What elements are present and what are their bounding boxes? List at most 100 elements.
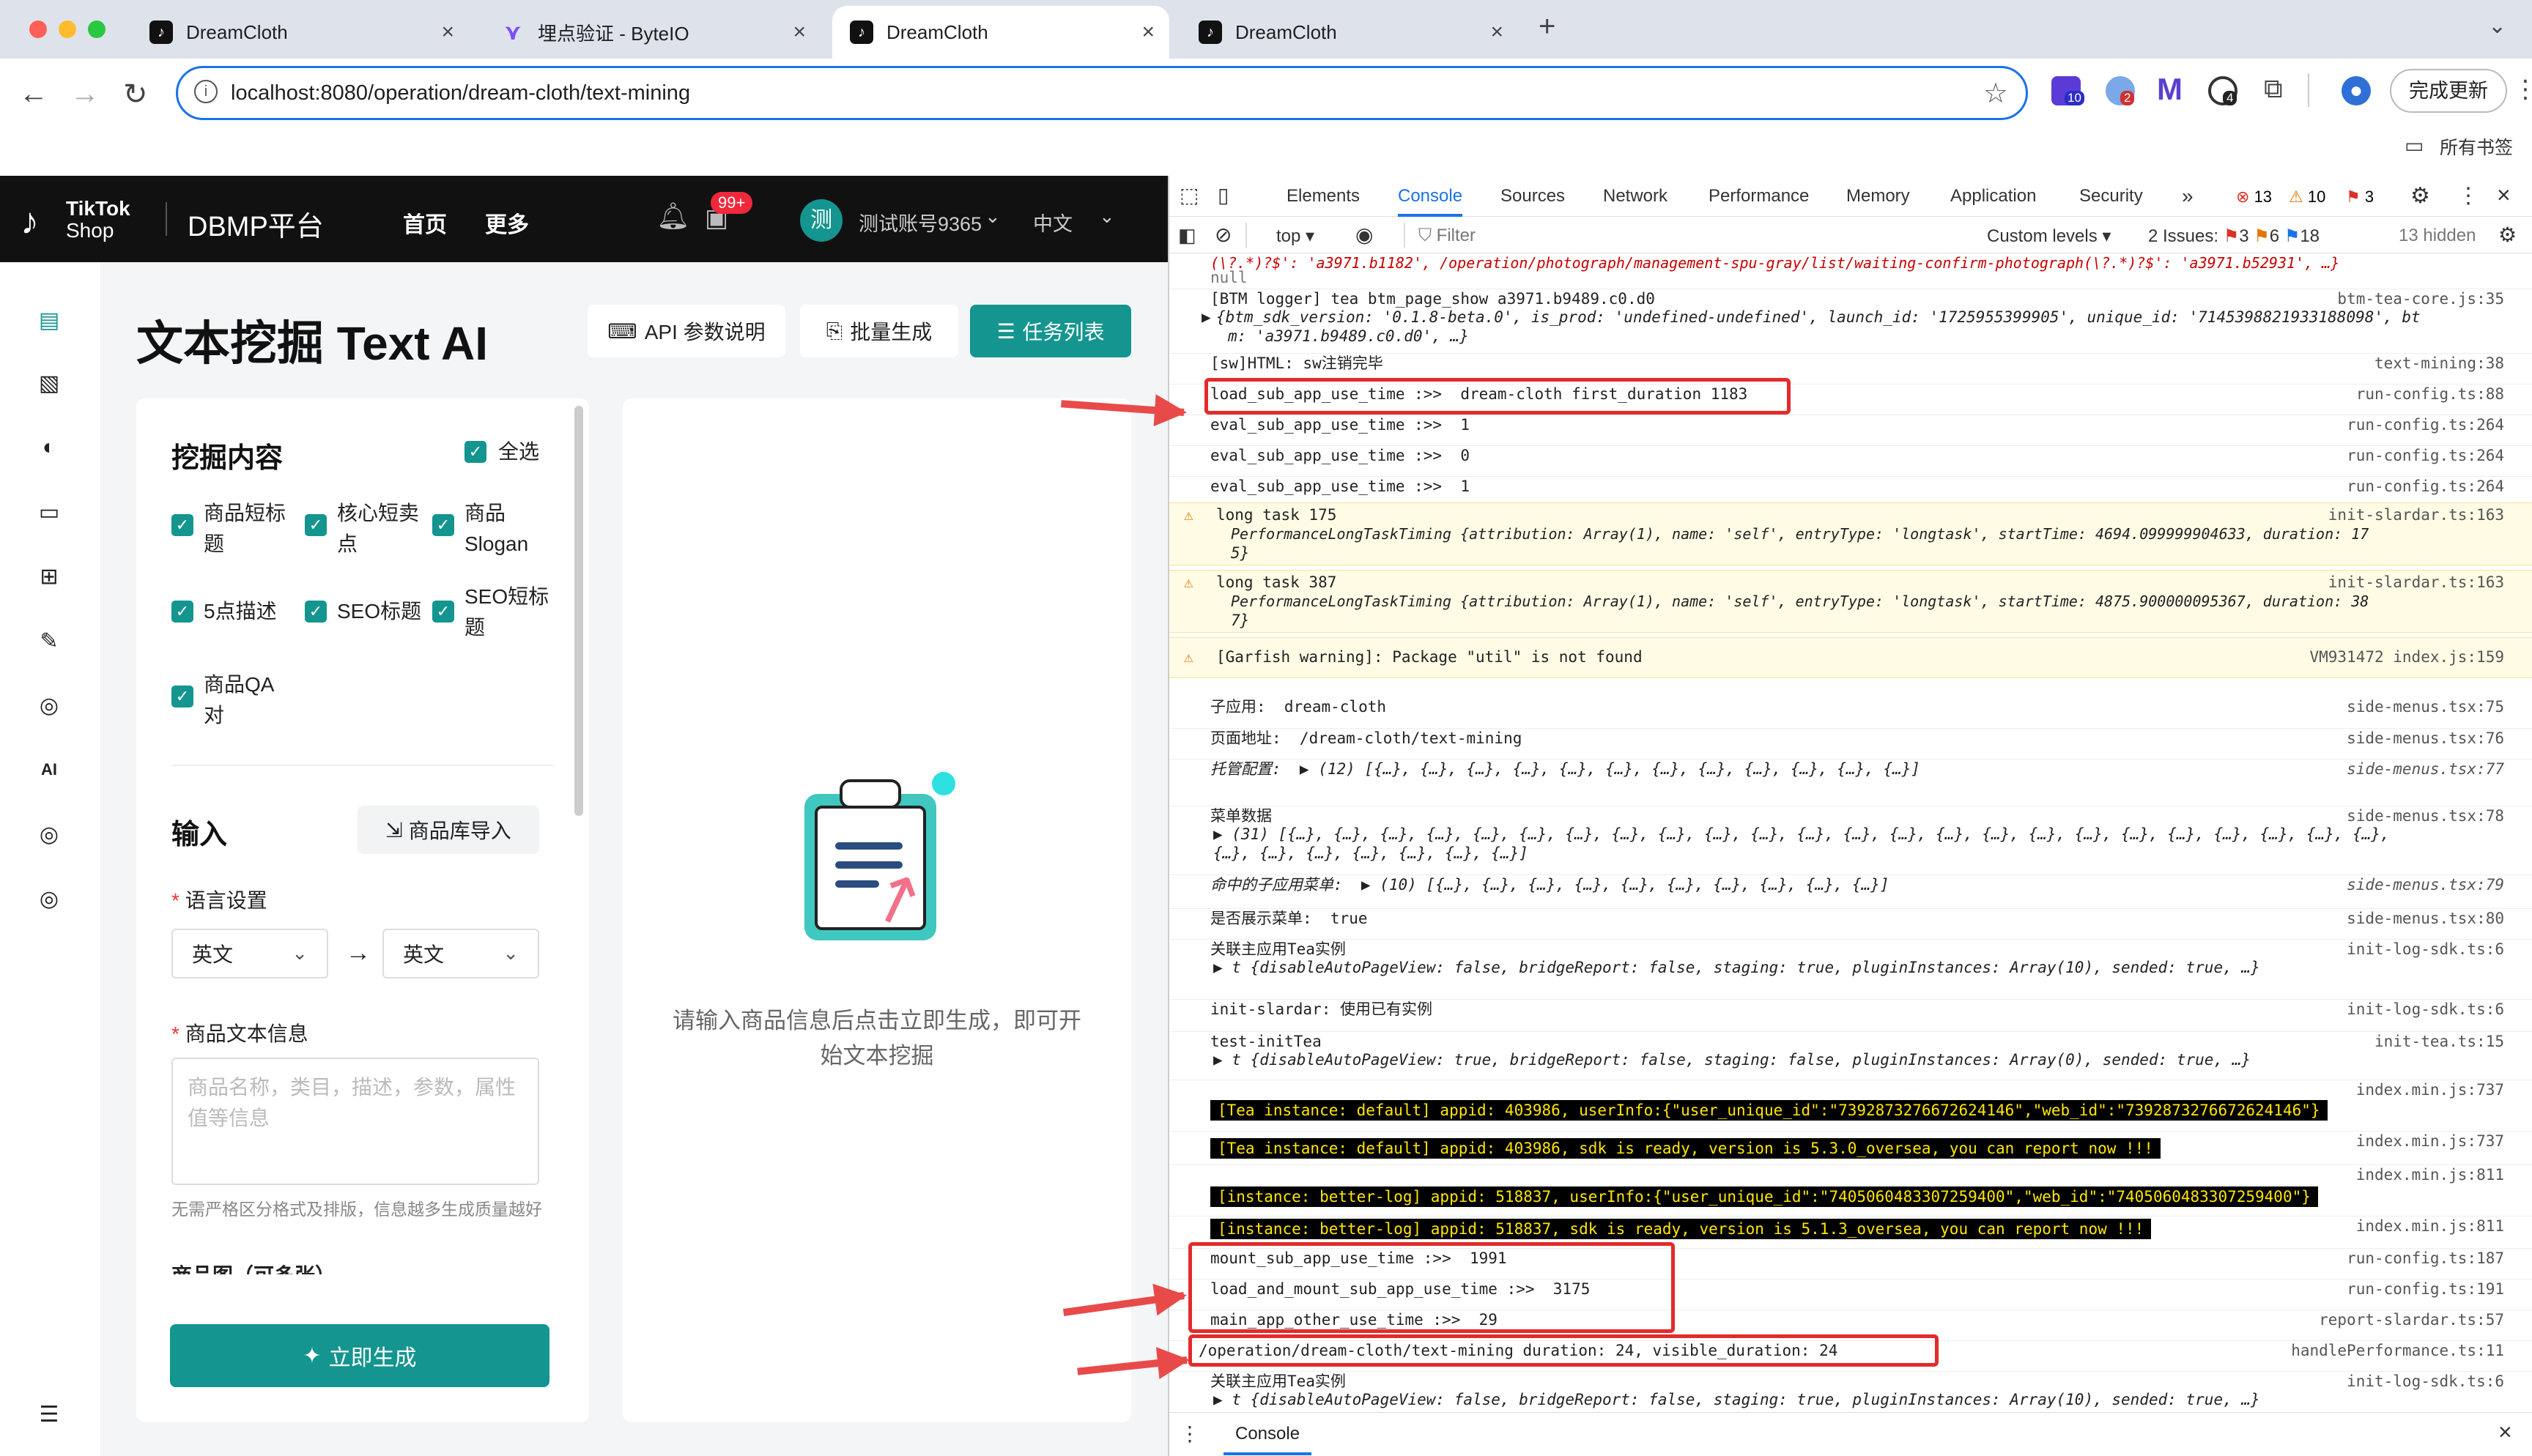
reload-icon[interactable]: ↻ — [123, 78, 148, 111]
bell-icon[interactable]: 🔔︎ — [656, 201, 690, 231]
error-count[interactable]: ⊗ 13 — [2236, 187, 2272, 207]
browser-tab[interactable]: ♪ DreamCloth × — [1181, 6, 1518, 59]
browser-tab[interactable]: ⋎ 埋点验证 - ByteIO × — [484, 6, 821, 59]
tab-console[interactable]: Console — [1398, 176, 1463, 217]
import-from-library-button[interactable]: ⇲ 商品库导入 — [358, 806, 539, 854]
circle-nav-icon[interactable]: ◎ — [37, 822, 62, 847]
url-text[interactable]: localhost:8080/operation/dream-cloth/tex… — [231, 81, 690, 105]
task-list-button[interactable]: ☰ 任务列表 — [970, 305, 1131, 357]
result-card: ↗ 请输入商品信息后点击立即生成，即可开始文本挖掘 — [623, 398, 1131, 1422]
chevron-down-icon[interactable]: ⌄ — [1099, 205, 1115, 228]
nav-home[interactable]: 首页 — [403, 207, 447, 239]
avatar[interactable]: 测 — [800, 199, 843, 242]
plus-image-nav-icon[interactable]: ⊞ — [37, 564, 62, 589]
option-checkbox[interactable]: ✓ — [305, 601, 327, 623]
menu-kebab-icon[interactable]: ⋮ — [2513, 75, 2532, 104]
tab-title: DreamCloth — [186, 21, 288, 43]
back-icon[interactable]: ← — [19, 78, 48, 111]
ai-camera-nav-icon[interactable]: ◐ — [37, 435, 62, 460]
settings-gear-icon[interactable]: ⚙ — [2410, 183, 2430, 209]
more-tabs-button[interactable]: » — [2182, 176, 2194, 217]
api-doc-button[interactable]: ⌨ API 参数说明 — [588, 305, 785, 357]
forward-icon[interactable]: → — [70, 78, 100, 111]
user-name[interactable]: 测试账号9365 — [859, 208, 982, 237]
box-nav-icon[interactable]: ▭ — [37, 499, 62, 524]
tab-elements[interactable]: Elements — [1287, 176, 1360, 217]
console-settings-gear-icon[interactable]: ⚙ — [2498, 223, 2517, 247]
circle-nav-icon[interactable]: ◎ — [37, 693, 62, 718]
tab-network[interactable]: Network — [1603, 176, 1667, 217]
drawer-menu-icon[interactable]: ⋮ — [1180, 1422, 1200, 1446]
issues-count[interactable]: ⚑ 3 — [2346, 187, 2374, 207]
tab-memory[interactable]: Memory — [1846, 176, 1910, 217]
tab-sources[interactable]: Sources — [1500, 176, 1565, 217]
profile-avatar-icon[interactable]: ● — [2342, 76, 2371, 105]
chevron-down-icon[interactable]: ⌄ — [985, 205, 1001, 228]
close-tab-icon[interactable]: × — [1141, 20, 1155, 45]
option-checkbox[interactable]: ✓ — [432, 514, 454, 536]
new-tab-button[interactable]: + — [1539, 10, 1555, 43]
maximize-window-button[interactable] — [88, 21, 106, 38]
address-bar[interactable]: i localhost:8080/operation/dream-cloth/t… — [176, 66, 2028, 120]
minimize-window-button[interactable] — [59, 21, 76, 38]
filter-input[interactable]: ⛉ Filter — [1418, 226, 1829, 246]
close-window-button[interactable] — [29, 21, 47, 38]
option-checkbox[interactable]: ✓ — [432, 601, 454, 623]
notification-badge: 99+ — [711, 192, 753, 214]
sidebar-toggle-icon[interactable]: ◧ — [1178, 224, 1196, 247]
source-language-select[interactable]: 英文 ⌄ — [171, 929, 328, 978]
product-text-text: 商品文本信息 — [185, 1022, 308, 1045]
language-switch[interactable]: 中文 — [1033, 208, 1073, 237]
form-scrollbar[interactable] — [574, 406, 583, 816]
option-checkbox[interactable]: ✓ — [171, 686, 193, 707]
metrics-extension-icon[interactable]: M — [2157, 72, 2183, 107]
close-tab-icon[interactable]: × — [1490, 20, 1503, 45]
close-devtools-icon[interactable]: × — [2497, 182, 2511, 209]
site-info-icon[interactable]: i — [194, 80, 218, 103]
tab-application[interactable]: Application — [1950, 176, 2036, 217]
extension-icon[interactable]: 10 — [2051, 76, 2084, 105]
collapse-menu-icon[interactable]: ☰ — [37, 1402, 62, 1427]
tab-search-icon[interactable]: ⌄ — [2488, 13, 2506, 39]
option-checkbox[interactable]: ✓ — [171, 514, 193, 536]
extension-icon[interactable]: 2 — [2106, 76, 2135, 105]
inspect-element-icon[interactable]: ⬚ — [1180, 183, 1199, 207]
circle-nav-icon[interactable]: ◎ — [37, 886, 62, 911]
issue-error-count: 3 — [2239, 226, 2249, 246]
toolbar-divider — [1404, 223, 1405, 248]
browser-tab-active[interactable]: ♪ DreamCloth × — [832, 6, 1169, 59]
tab-security[interactable]: Security — [2079, 176, 2143, 217]
target-language-select[interactable]: 英文 ⌄ — [382, 929, 539, 978]
all-bookmarks-link[interactable]: 所有书签 — [2440, 133, 2513, 160]
image-nav-icon[interactable]: ▧ — [37, 371, 62, 395]
close-drawer-icon[interactable]: × — [2498, 1419, 2512, 1446]
drawer-console-tab[interactable]: Console — [1224, 1413, 1312, 1455]
magic-wand-nav-icon[interactable]: ✎ — [37, 628, 62, 653]
tab-performance[interactable]: Performance — [1709, 176, 1809, 217]
browser-tab[interactable]: ♪ DreamCloth × — [132, 6, 469, 59]
devtools-menu-icon[interactable]: ⋮ — [2457, 183, 2479, 209]
select-all-checkbox[interactable]: ✓ — [464, 441, 486, 463]
live-expression-eye-icon[interactable]: ◉ — [1355, 223, 1373, 247]
product-text-textarea[interactable]: 商品名称，类目，描述，参数，属性值等信息 — [171, 1058, 539, 1185]
close-tab-icon[interactable]: × — [441, 20, 454, 45]
issues-button[interactable]: 2 Issues: ⚑3 ⚑6 ⚑18 — [2148, 226, 2320, 247]
extension-icon[interactable]: 4 — [2208, 76, 2237, 105]
batch-generate-button[interactable]: ⎘ 批量生成 — [800, 305, 958, 357]
close-tab-icon[interactable]: × — [793, 20, 806, 45]
extensions-puzzle-icon[interactable]: ⧉ — [2264, 73, 2283, 105]
context-select[interactable]: top ▾ — [1276, 226, 1314, 247]
log-levels-select[interactable]: Custom levels ▾ — [1987, 226, 2111, 247]
ai-nav-icon[interactable]: AI — [37, 757, 62, 782]
update-button[interactable]: 完成更新 — [2390, 69, 2507, 113]
clear-console-icon[interactable]: ⊘ — [1215, 223, 1232, 247]
bookmark-star-icon[interactable]: ☆ — [1983, 77, 2008, 110]
device-toolbar-icon[interactable]: ▯ — [1218, 183, 1229, 207]
log-line: 页面地址: /dream-cloth/text-mining side-menus… — [1169, 728, 2532, 747]
text-mining-nav-icon[interactable]: ▤ — [37, 308, 62, 333]
option-checkbox[interactable]: ✓ — [305, 514, 327, 536]
warning-count[interactable]: ⚠ 10 — [2289, 187, 2325, 207]
nav-more[interactable]: 更多 — [485, 207, 529, 239]
option-checkbox[interactable]: ✓ — [171, 601, 193, 623]
generate-button[interactable]: ✦ 立即生成 — [170, 1324, 549, 1387]
